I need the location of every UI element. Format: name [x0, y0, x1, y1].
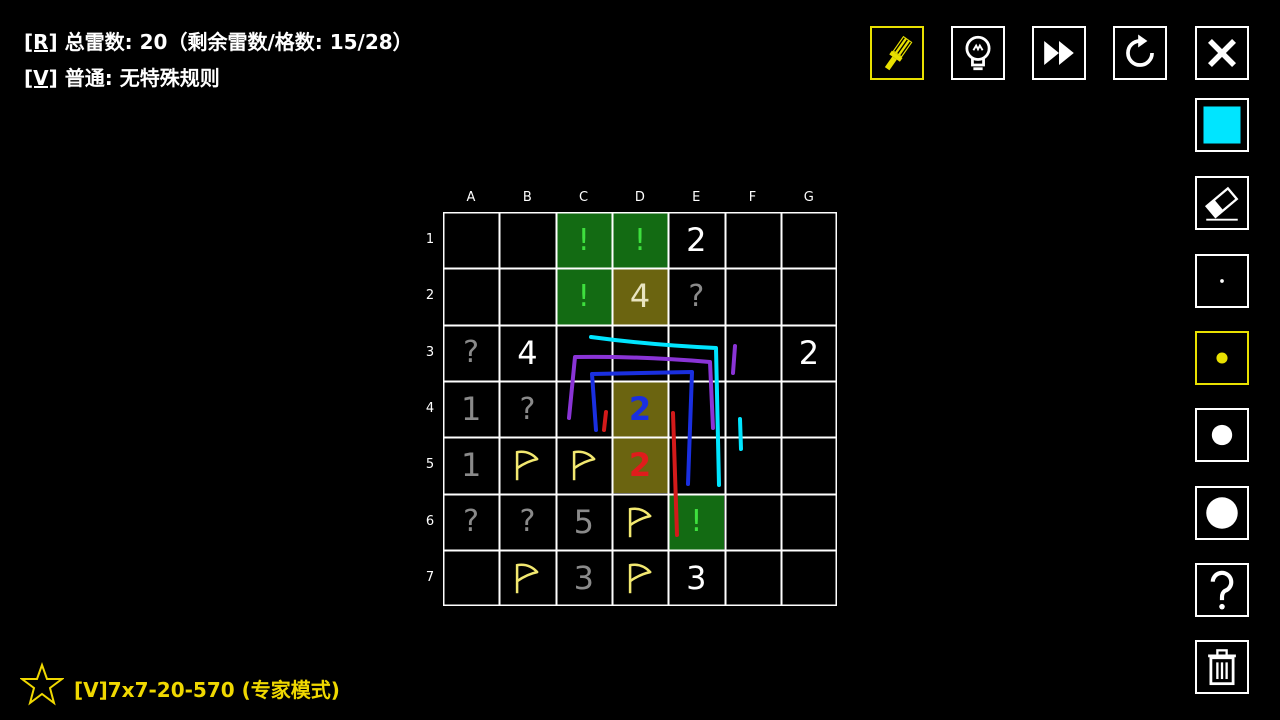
column-label-d: D: [634, 190, 645, 205]
help-button[interactable]: [1195, 563, 1249, 617]
rule-text: 普通: 无特殊规则: [57, 66, 220, 90]
brush-button[interactable]: [870, 26, 924, 80]
column-label-c: C: [579, 190, 589, 205]
skip-button[interactable]: [1032, 26, 1086, 80]
brush-size-small[interactable]: [1195, 331, 1249, 385]
column-label-e: E: [692, 190, 701, 205]
dot-small-icon: [1216, 352, 1228, 364]
restart-icon: [1126, 34, 1154, 67]
brush-size-medium[interactable]: [1195, 408, 1249, 462]
column-label-a: A: [466, 190, 476, 205]
rule-tag-r: [R]: [24, 30, 58, 54]
column-label-f: F: [748, 190, 757, 205]
eraser-icon: [1204, 186, 1239, 221]
grid-lines: [443, 212, 837, 606]
column-label-b: B: [522, 190, 532, 205]
close-icon: [1207, 38, 1237, 68]
row-label-5: 5: [425, 457, 435, 473]
row-label-2: 2: [425, 288, 435, 304]
brush-size-tiny[interactable]: [1195, 254, 1249, 308]
close-button[interactable]: [1195, 26, 1249, 80]
lightbulb-icon: [965, 35, 991, 71]
rule-tag-v: [V]: [24, 66, 58, 90]
dot-large-icon: [1206, 497, 1238, 529]
mine-count-text: 总雷数: 20（剩余雷数/格数: 15/28）: [57, 30, 413, 54]
brush-size-large[interactable]: [1195, 486, 1249, 540]
hint-button[interactable]: [951, 26, 1005, 80]
color-swatch-icon: [1203, 106, 1241, 144]
dot-medium-icon: [1211, 424, 1233, 446]
brush-icon: [884, 35, 913, 71]
star-icon[interactable]: [20, 662, 64, 706]
color-button[interactable]: [1195, 98, 1249, 152]
row-label-1: 1: [425, 232, 435, 247]
question-icon: [1210, 570, 1234, 610]
clear-button[interactable]: [1195, 640, 1249, 694]
trash-icon: [1208, 649, 1236, 686]
minesweeper-board[interactable]: !! 2! 4?? 4 2 1? 2 1 2?? 5! 3 3: [443, 212, 837, 606]
row-label-7: 7: [425, 569, 435, 585]
rule-info: [V] 普通: 无特殊规则: [24, 62, 220, 91]
row-label-3: 3: [425, 344, 435, 360]
restart-button[interactable]: [1113, 26, 1167, 80]
row-label-6: 6: [425, 513, 435, 529]
fast-forward-icon: [1044, 40, 1074, 66]
dot-tiny-icon: [1220, 279, 1224, 283]
column-label-g: G: [803, 190, 814, 205]
puzzle-id-label: [V]7x7-20-570 (专家模式): [74, 678, 340, 702]
row-label-4: 4: [425, 400, 435, 416]
eraser-button[interactable]: [1195, 176, 1249, 230]
mine-count-info: [R] 总雷数: 20（剩余雷数/格数: 15/28）: [24, 26, 413, 55]
